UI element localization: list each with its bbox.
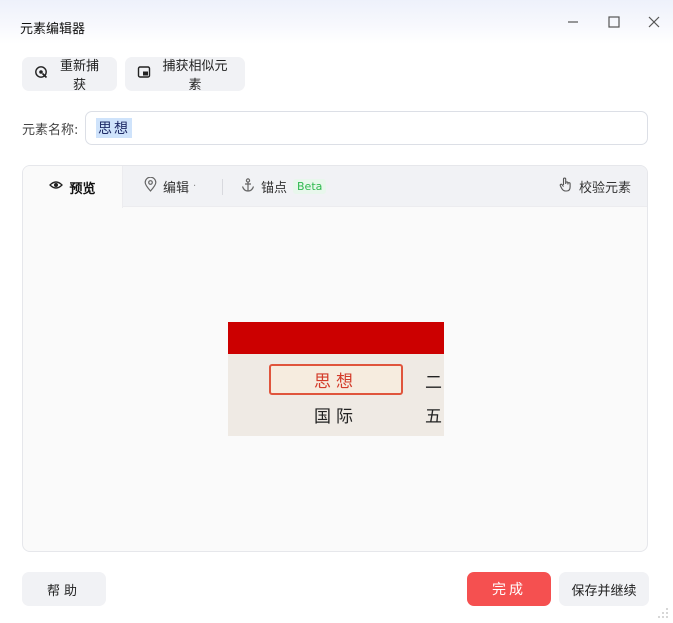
preview-header-band — [228, 322, 444, 354]
recapture-icon — [34, 65, 48, 83]
preview-selected-element: 思想 — [269, 364, 403, 395]
eye-icon — [49, 179, 64, 195]
tab-edit[interactable]: 编辑 · — [144, 166, 196, 207]
minimize-icon — [567, 16, 579, 28]
save-and-continue-button[interactable]: 保存并继续 — [559, 572, 649, 606]
location-pin-icon — [144, 176, 157, 196]
validate-element-label: 校验元素 — [579, 181, 632, 196]
window-title: 元素编辑器 — [20, 22, 86, 37]
element-name-value: 思想 — [96, 118, 132, 138]
preview-text-wu: 五 — [425, 402, 444, 427]
tab-divider — [222, 179, 223, 195]
tab-anchor-label: 锚点 — [261, 181, 288, 196]
element-preview-image: 思想 国际 二 五 — [228, 322, 444, 436]
close-icon — [648, 16, 660, 28]
tab-bar: 预览 编辑 · 锚点 Beta 校验元素 — [23, 166, 647, 208]
capture-similar-label: 捕获相似元素 — [162, 59, 228, 93]
minimize-button[interactable] — [561, 10, 585, 34]
anchor-icon — [241, 177, 255, 196]
preview-text-guoji: 国际 — [314, 407, 358, 427]
title-bar: 元素编辑器 — [0, 0, 673, 44]
recapture-label: 重新捕获 — [59, 59, 99, 93]
element-name-input[interactable]: 思想 — [85, 111, 648, 145]
tab-edit-label: 编辑 — [163, 181, 190, 196]
chevron-down-icon: · — [193, 181, 197, 192]
element-name-label: 元素名称: — [22, 123, 79, 138]
preview-text-er: 二 — [425, 368, 444, 393]
capture-similar-button[interactable]: 捕获相似元素 — [125, 57, 245, 93]
help-button[interactable]: 帮助 — [22, 572, 106, 606]
tab-preview[interactable]: 预览 — [23, 166, 123, 208]
close-button[interactable] — [642, 10, 666, 34]
validate-element-button[interactable]: 校验元素 — [559, 166, 631, 207]
tab-preview-label: 预览 — [69, 181, 96, 197]
tab-anchor[interactable]: 锚点 Beta — [241, 166, 327, 207]
beta-badge: Beta — [293, 179, 327, 194]
hand-pointer-icon — [559, 177, 573, 196]
done-button[interactable]: 完成 — [467, 572, 551, 606]
preview-panel: 预览 编辑 · 锚点 Beta 校验元素 思想 国际 — [22, 165, 648, 552]
recapture-button[interactable]: 重新捕获 — [22, 57, 117, 93]
maximize-icon — [608, 16, 620, 28]
capture-similar-icon — [137, 65, 151, 83]
maximize-button[interactable] — [602, 10, 626, 34]
resize-grip-icon[interactable] — [657, 607, 669, 619]
